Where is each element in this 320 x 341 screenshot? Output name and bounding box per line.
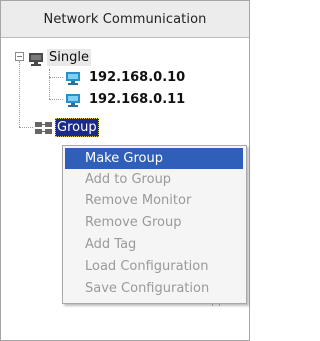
group-network-icon xyxy=(34,120,54,139)
tree-node-single[interactable]: Single xyxy=(47,49,91,66)
tree-node-group[interactable]: Group xyxy=(55,118,99,137)
tree-connector xyxy=(19,127,33,128)
menu-item-make-group[interactable]: Make Group xyxy=(65,148,243,169)
tree-connector xyxy=(49,77,63,78)
panel-title: Network Communication xyxy=(43,11,207,27)
tree-connector xyxy=(49,99,63,100)
tree-node-monitor[interactable]: 192.168.0.10 xyxy=(87,69,187,86)
menu-item-remove-group[interactable]: Remove Group xyxy=(65,212,243,233)
menu-item-add-to-group[interactable]: Add to Group xyxy=(65,169,243,190)
tree-node-monitor[interactable]: 192.168.0.11 xyxy=(87,91,187,108)
tree-connector xyxy=(19,61,20,127)
network-communication-panel: Network Communication − Single 192.168.0… xyxy=(0,0,250,341)
menu-item-add-tag[interactable]: Add Tag xyxy=(65,234,243,255)
menu-item-load-configuration[interactable]: Load Configuration xyxy=(65,256,243,277)
expand-toggle[interactable]: − xyxy=(15,52,24,61)
computer-group-icon xyxy=(27,51,45,70)
monitor-icon xyxy=(65,92,81,111)
menu-item-save-configuration[interactable]: Save Configuration xyxy=(65,278,243,299)
panel-header: Network Communication xyxy=(1,1,249,38)
monitor-icon xyxy=(65,70,81,89)
context-menu: Make Group Add to Group Remove Monitor R… xyxy=(62,145,247,304)
menu-item-remove-monitor[interactable]: Remove Monitor xyxy=(65,190,243,211)
tree-connector xyxy=(49,69,50,99)
